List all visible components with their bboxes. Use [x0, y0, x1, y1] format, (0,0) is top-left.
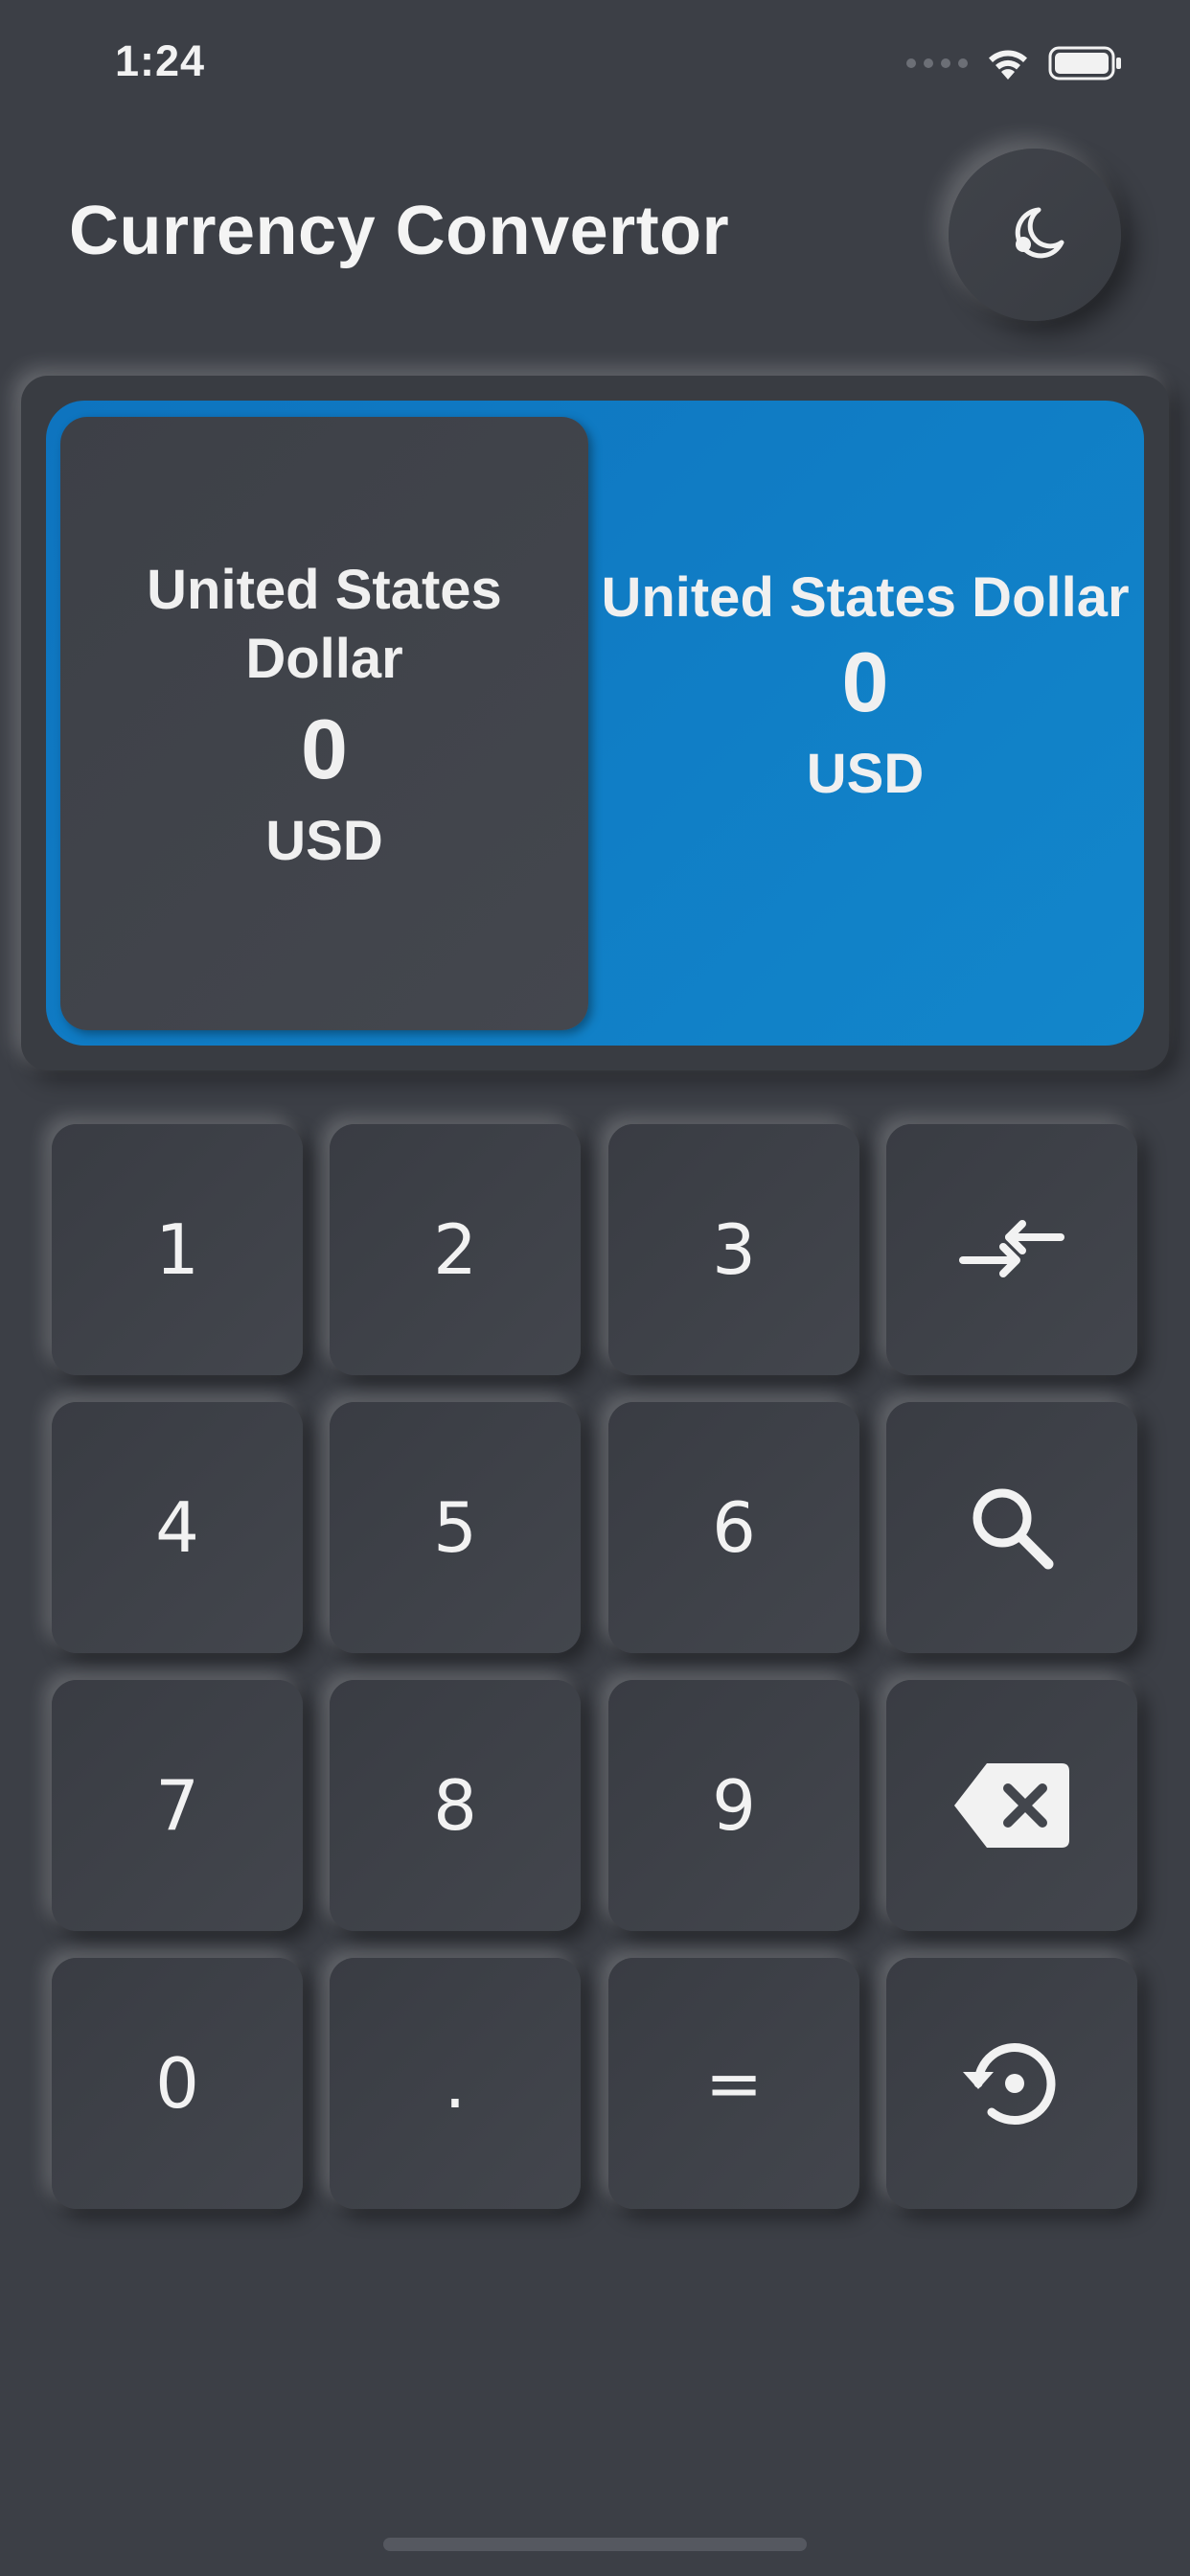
theme-toggle-button[interactable]	[949, 149, 1121, 321]
key-3[interactable]: 3	[608, 1124, 859, 1375]
key-label: 3	[712, 1209, 756, 1290]
backspace-button[interactable]	[886, 1680, 1137, 1931]
key-5[interactable]: 5	[330, 1402, 581, 1653]
key-2[interactable]: 2	[330, 1124, 581, 1375]
page-title: Currency Convertor	[69, 193, 730, 269]
key-label: =	[704, 2043, 764, 2124]
key-label: 8	[433, 1765, 477, 1846]
key-9[interactable]: 9	[608, 1680, 859, 1931]
key-4[interactable]: 4	[52, 1402, 303, 1653]
home-indicator[interactable]	[383, 2538, 807, 2551]
key-label: 2	[433, 1209, 477, 1290]
key-equals[interactable]: =	[608, 1958, 859, 2209]
target-currency: United States Dollar 0 USD	[594, 564, 1136, 809]
key-label: .	[444, 2043, 467, 2124]
history-button[interactable]	[886, 1958, 1137, 2209]
status-icons	[906, 42, 1123, 84]
key-1[interactable]: 1	[52, 1124, 303, 1375]
key-7[interactable]: 7	[52, 1680, 303, 1931]
key-8[interactable]: 8	[330, 1680, 581, 1931]
wifi-icon	[989, 50, 1027, 80]
key-label: 0	[155, 2043, 199, 2124]
target-currency-code: USD	[806, 743, 925, 805]
key-label: 6	[712, 1487, 756, 1568]
backspace-icon	[954, 1763, 1069, 1848]
source-currency-code: USD	[265, 810, 383, 872]
battery-icon	[1048, 46, 1121, 80]
cellular-signal-icon	[906, 58, 968, 68]
key-label: 7	[155, 1765, 199, 1846]
key-label: 5	[433, 1487, 477, 1568]
search-button[interactable]	[886, 1402, 1137, 1653]
source-amount: 0	[301, 702, 348, 796]
key-0[interactable]: 0	[52, 1958, 303, 2209]
target-amount: 0	[841, 634, 889, 729]
key-label: 1	[155, 1209, 199, 1290]
key-6[interactable]: 6	[608, 1402, 859, 1653]
swap-icon	[959, 1220, 1064, 1277]
source-currency-name: United States Dollar	[147, 559, 502, 690]
source-currency: United States Dollar 0 USD	[60, 556, 588, 876]
key-label: 9	[712, 1765, 756, 1846]
swap-button[interactable]	[886, 1124, 1137, 1375]
key-label: 4	[155, 1487, 199, 1568]
search-icon	[973, 1488, 1054, 1570]
key-decimal[interactable]: .	[330, 1958, 581, 2209]
history-icon	[963, 2043, 1056, 2126]
target-currency-name: United States Dollar	[601, 566, 1130, 629]
status-time: 1:24	[115, 36, 206, 85]
moon-icon	[1015, 207, 1064, 259]
